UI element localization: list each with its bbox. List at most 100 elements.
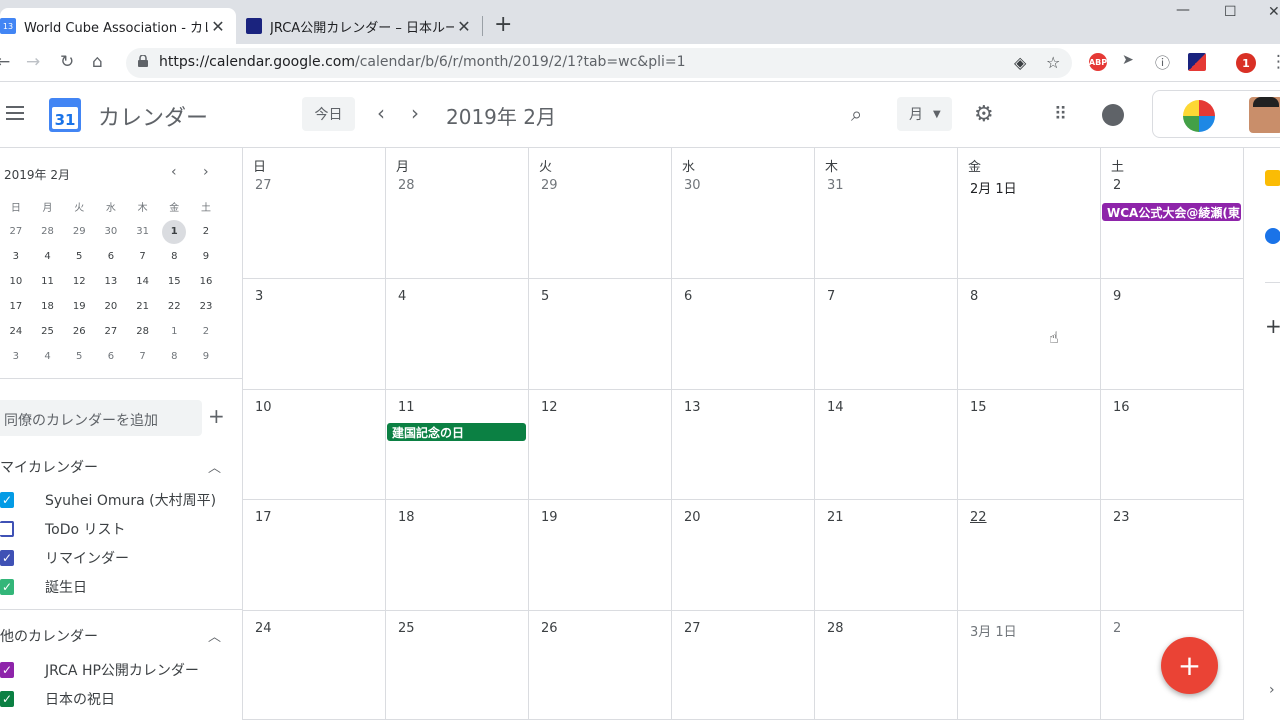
avatar[interactable] bbox=[1249, 97, 1280, 133]
mini-day[interactable]: 27 bbox=[0, 226, 32, 237]
chevron-up-icon[interactable]: ︿ bbox=[208, 626, 221, 645]
account-switcher[interactable] bbox=[1152, 90, 1280, 138]
chevron-up-icon[interactable]: ︿ bbox=[208, 457, 221, 476]
mini-day[interactable]: 28 bbox=[127, 326, 159, 337]
notification-badge-icon[interactable]: 1 bbox=[1236, 53, 1256, 73]
day-number[interactable]: 24 bbox=[255, 621, 272, 636]
day-cell[interactable]: 20 bbox=[672, 500, 815, 611]
day-number[interactable]: 27 bbox=[255, 178, 272, 193]
mini-prev-icon[interactable]: ‹ bbox=[171, 164, 177, 180]
mini-day[interactable]: 20 bbox=[95, 301, 127, 312]
checkbox-checked-icon[interactable]: ✓ bbox=[0, 691, 14, 707]
mini-day[interactable]: 19 bbox=[63, 301, 95, 312]
day-cell[interactable]: 9 bbox=[1101, 279, 1244, 390]
day-number[interactable]: 2 bbox=[1113, 178, 1121, 193]
day-cell[interactable]: 5 bbox=[529, 279, 672, 390]
day-cell[interactable]: 16 bbox=[1101, 390, 1244, 500]
mini-day[interactable]: 22 bbox=[158, 301, 190, 312]
day-cell[interactable]: 17 bbox=[243, 500, 386, 611]
calendar-item-holidays[interactable]: ✓ 日本の祝日 bbox=[0, 687, 115, 711]
mini-day[interactable]: 23 bbox=[190, 301, 222, 312]
day-number[interactable]: 20 bbox=[684, 510, 701, 525]
close-icon[interactable]: ✕ bbox=[454, 17, 474, 36]
mini-day[interactable]: 5 bbox=[63, 251, 95, 262]
day-cell[interactable]: 21 bbox=[815, 500, 958, 611]
mini-day[interactable]: 7 bbox=[127, 351, 159, 362]
address-bar[interactable]: https://calendar.google.com/calendar/b/6… bbox=[126, 48, 1072, 78]
checkbox-checked-icon[interactable]: ✓ bbox=[0, 550, 14, 566]
day-cell[interactable]: 8 bbox=[958, 279, 1101, 390]
day-number[interactable]: 19 bbox=[541, 510, 558, 525]
flag-extension-icon[interactable] bbox=[1188, 53, 1206, 71]
next-month-icon[interactable]: › bbox=[411, 101, 419, 125]
previous-month-icon[interactable]: ‹ bbox=[377, 101, 385, 125]
cursor-extension-icon[interactable]: ➤ bbox=[1122, 52, 1134, 68]
day-number[interactable]: 22 bbox=[970, 510, 987, 525]
mini-day[interactable]: 11 bbox=[32, 276, 64, 287]
search-icon[interactable]: ⌕ bbox=[851, 102, 862, 126]
mini-day[interactable]: 25 bbox=[32, 326, 64, 337]
day-cell[interactable]: 28 bbox=[815, 611, 958, 720]
browser-tab-calendar[interactable]: 13 World Cube Association - カレンダ ✕ bbox=[0, 8, 236, 44]
mini-day[interactable]: 6 bbox=[95, 251, 127, 262]
day-number[interactable]: 7 bbox=[827, 289, 835, 304]
day-cell[interactable]: 水 30 bbox=[672, 148, 815, 279]
day-number[interactable]: 16 bbox=[1113, 400, 1130, 415]
checkbox-checked-icon[interactable]: ✓ bbox=[0, 579, 14, 595]
day-number[interactable]: 25 bbox=[398, 621, 415, 636]
day-number[interactable]: 8 bbox=[970, 289, 978, 304]
view-selector[interactable]: 月 ▼ bbox=[897, 97, 952, 131]
mini-day[interactable]: 12 bbox=[63, 276, 95, 287]
mini-day[interactable]: 8 bbox=[158, 351, 190, 362]
checkbox-unchecked-icon[interactable] bbox=[0, 521, 14, 537]
new-tab-icon[interactable]: + bbox=[494, 12, 512, 37]
calendar-item-birthdays[interactable]: ✓ 誕生日 bbox=[0, 575, 87, 599]
keep-icon[interactable] bbox=[1265, 170, 1280, 186]
day-number[interactable]: 12 bbox=[541, 400, 558, 415]
day-cell[interactable]: 24 bbox=[243, 611, 386, 720]
menu-dots-icon[interactable]: ⋮ bbox=[1270, 52, 1280, 72]
mini-day[interactable]: 1 bbox=[158, 326, 190, 337]
mini-day[interactable]: 27 bbox=[95, 326, 127, 337]
day-cell[interactable]: 金 2月 1日 bbox=[958, 148, 1101, 279]
mini-day[interactable]: 9 bbox=[190, 251, 222, 262]
sync-icon[interactable]: ◈ bbox=[1014, 53, 1026, 72]
mini-day[interactable]: 13 bbox=[95, 276, 127, 287]
day-cell[interactable]: 15 bbox=[958, 390, 1101, 500]
day-number[interactable]: 10 bbox=[255, 400, 272, 415]
day-cell[interactable]: 12 bbox=[529, 390, 672, 500]
mini-day[interactable]: 7 bbox=[127, 251, 159, 262]
day-cell[interactable]: 14 bbox=[815, 390, 958, 500]
mini-day[interactable]: 15 bbox=[158, 276, 190, 287]
calendar-item-syuhei[interactable]: ✓ Syuhei Omura (大村周平) bbox=[0, 488, 216, 512]
settings-gear-icon[interactable]: ⚙ bbox=[974, 102, 994, 127]
mini-day[interactable]: 5 bbox=[63, 351, 95, 362]
mini-day[interactable]: 9 bbox=[190, 351, 222, 362]
today-button[interactable]: 今日 bbox=[302, 97, 355, 131]
home-icon[interactable]: ⌂ bbox=[92, 52, 103, 72]
event-chip[interactable]: WCA公式大会@綾瀬(東 bbox=[1102, 203, 1241, 221]
mini-day[interactable]: 29 bbox=[63, 226, 95, 237]
day-cell[interactable]: 13 bbox=[672, 390, 815, 500]
day-number[interactable]: 18 bbox=[398, 510, 415, 525]
day-cell[interactable]: 19 bbox=[529, 500, 672, 611]
day-number[interactable]: 15 bbox=[970, 400, 987, 415]
day-number[interactable]: 3月 1日 bbox=[970, 621, 1017, 640]
back-icon[interactable]: ← bbox=[0, 52, 10, 72]
adblock-icon[interactable]: ABP bbox=[1089, 53, 1107, 71]
checkbox-checked-icon[interactable]: ✓ bbox=[0, 492, 14, 508]
add-addon-icon[interactable]: + bbox=[1265, 314, 1280, 338]
url-text[interactable]: https://calendar.google.com/calendar/b/6… bbox=[159, 54, 686, 70]
day-number[interactable]: 26 bbox=[541, 621, 558, 636]
calendar-item-todo[interactable]: ToDo リスト bbox=[0, 517, 126, 541]
mini-day[interactable]: 16 bbox=[190, 276, 222, 287]
day-number[interactable]: 5 bbox=[541, 289, 549, 304]
day-cell[interactable]: 3月 1日 bbox=[958, 611, 1101, 720]
day-number[interactable]: 30 bbox=[684, 178, 701, 193]
mini-day[interactable]: 3 bbox=[0, 351, 32, 362]
create-event-button[interactable]: + bbox=[1161, 637, 1218, 694]
day-number[interactable]: 28 bbox=[398, 178, 415, 193]
calendar-item-reminders[interactable]: ✓ リマインダー bbox=[0, 546, 129, 570]
mini-day[interactable]: 17 bbox=[0, 301, 32, 312]
mini-day[interactable]: 30 bbox=[95, 226, 127, 237]
